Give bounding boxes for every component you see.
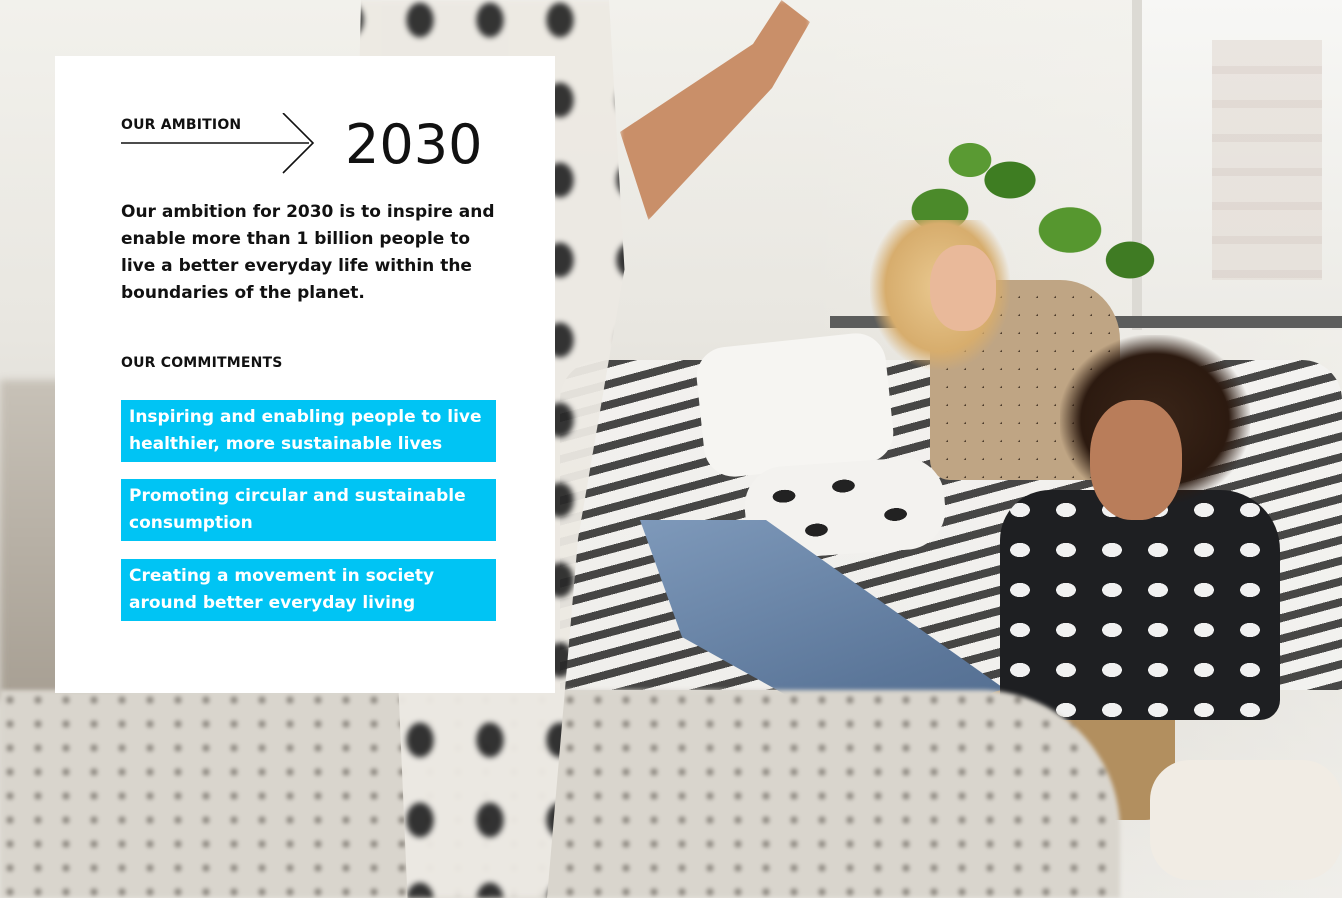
ambition-statement: Our ambition for 2030 is to inspire and … [121, 202, 495, 303]
ambition-label: OUR AMBITION [121, 117, 242, 133]
building-view [1212, 40, 1322, 280]
commitment-item-3: Creating a movement in society around be… [121, 559, 496, 621]
ambition-card: OUR AMBITION 2030 Our ambition for 2030 … [55, 56, 555, 693]
ambition-year: 2030 [345, 113, 483, 176]
commitments-heading: OUR COMMITMENTS [121, 355, 283, 371]
eye-print-shirt [1000, 490, 1280, 720]
woman-face [930, 245, 996, 331]
raised-arm [620, 0, 810, 220]
window [1132, 0, 1342, 330]
ambition-header: OUR AMBITION 2030 [121, 113, 483, 177]
sheepskin-rug [1150, 760, 1342, 880]
white-cushion [693, 330, 897, 480]
laughing-face [1090, 400, 1182, 520]
commitment-item-1: Inspiring and enabling people to live he… [121, 400, 496, 462]
commitment-item-2: Promoting circular and sustainable consu… [121, 479, 496, 541]
